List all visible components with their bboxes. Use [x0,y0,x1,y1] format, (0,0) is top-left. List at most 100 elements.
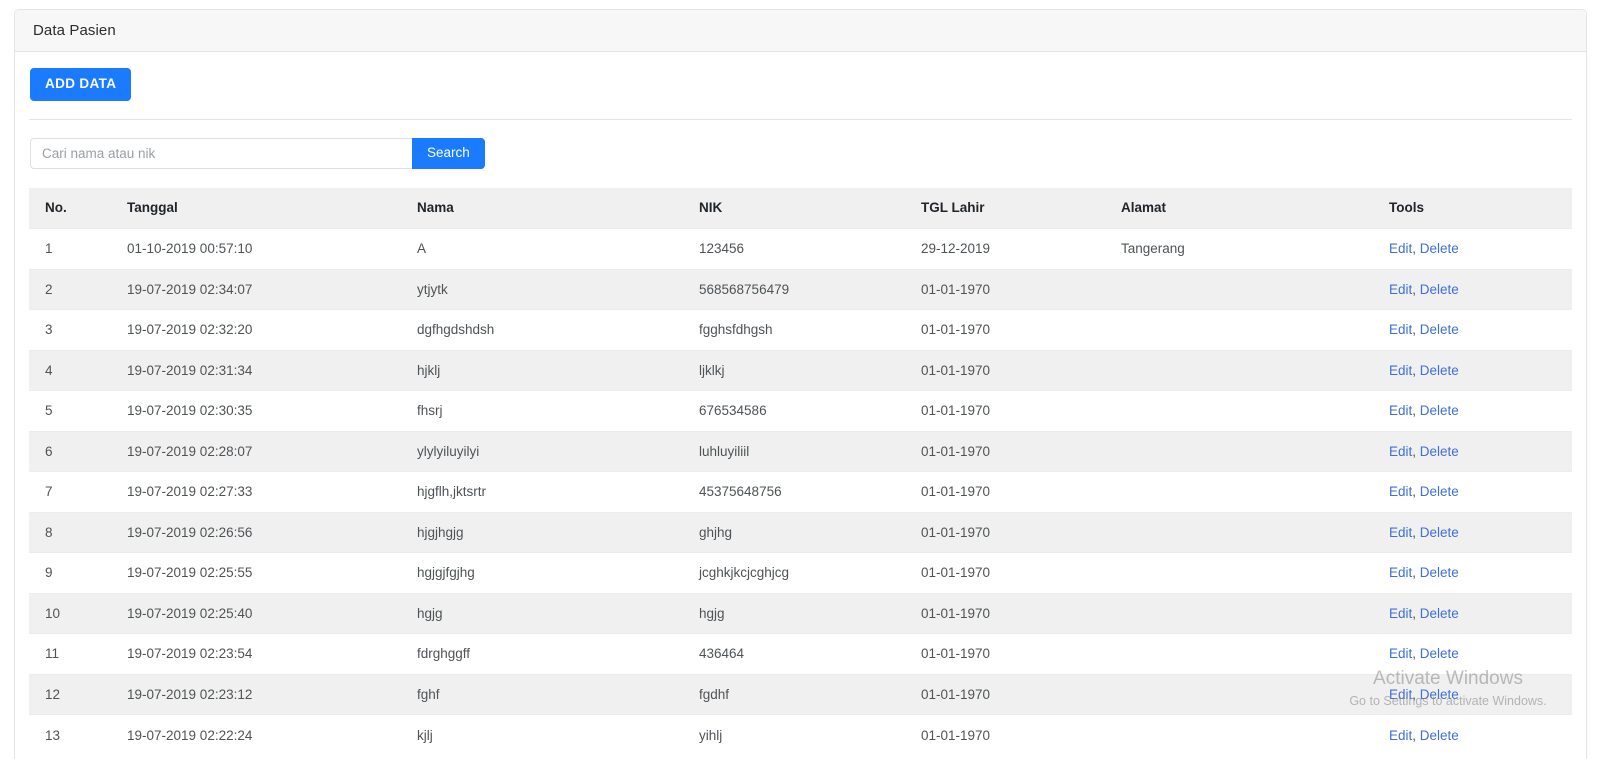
cell-alamat [1105,552,1373,593]
delete-link[interactable]: Delete [1420,565,1459,580]
cell-no: 11 [29,633,111,674]
delete-link[interactable]: Delete [1420,403,1459,418]
delete-link[interactable]: Delete [1420,484,1459,499]
tools-separator: , [1412,524,1417,540]
cell-tools: Edit, Delete [1373,228,1572,269]
cell-nik: 436464 [683,633,905,674]
cell-nik: fgdhf [683,673,905,715]
table-row: 7 19-07-2019 02:27:33 hjgflh,jktsrtr 453756… [29,471,1572,512]
cell-nik: luhluyiliil [683,430,905,472]
cell-nama: ylylyiluyilyi [401,430,683,472]
cell-no: 5 [29,390,111,431]
delete-link[interactable]: Delete [1420,687,1459,702]
cell-no: 12 [29,673,111,715]
cell-nama: hjklj [401,349,683,391]
edit-link[interactable]: Edit [1389,403,1412,418]
cell-tools: Edit, Delete [1373,633,1572,674]
search-row: Search [29,137,1572,169]
column-header-tgl-lahir: TGL Lahir [905,187,1105,229]
cell-tanggal: 19-07-2019 02:27:33 [111,471,401,512]
cell-nama: A [401,228,683,269]
edit-link[interactable]: Edit [1389,687,1412,702]
cell-nama: hjgjhgjg [401,511,683,553]
add-data-button[interactable]: ADD DATA [30,68,132,101]
cell-tgl-lahir: 01-01-1970 [905,268,1105,310]
table-body: 1 01-10-2019 00:57:10 A 123456 29-12-2019 Tan… [29,228,1572,755]
table-container: No. Tanggal Nama NIK TGL Lahir Alamat To… [29,187,1572,755]
tools-separator: , [1412,646,1417,662]
edit-link[interactable]: Edit [1389,282,1412,297]
cell-tgl-lahir: 29-12-2019 [905,228,1105,269]
delete-link[interactable]: Delete [1420,525,1459,540]
delete-link[interactable]: Delete [1420,322,1459,337]
cell-no: 9 [29,552,111,593]
cell-tgl-lahir: 01-01-1970 [905,471,1105,512]
cell-tgl-lahir: 01-01-1970 [905,430,1105,472]
cell-alamat [1105,592,1373,634]
table-head: No. Tanggal Nama NIK TGL Lahir Alamat To… [29,187,1572,229]
cell-nama: kjlj [401,714,683,755]
table-row: 3 19-07-2019 02:32:20 dgfhgdshdsh fgghsfdhg… [29,309,1572,350]
tools-separator: , [1412,727,1417,743]
delete-link[interactable]: Delete [1420,282,1459,297]
delete-link[interactable]: Delete [1420,728,1459,743]
delete-link[interactable]: Delete [1420,363,1459,378]
tools-separator: , [1412,565,1417,581]
search-button[interactable]: Search [412,137,485,169]
cell-tools: Edit, Delete [1373,268,1572,310]
cell-tanggal: 19-07-2019 02:31:34 [111,349,401,391]
cell-no: 2 [29,268,111,310]
search-input[interactable] [30,137,412,169]
edit-link[interactable]: Edit [1389,525,1412,540]
cell-no: 8 [29,511,111,553]
cell-nik: 676534586 [683,390,905,431]
edit-link[interactable]: Edit [1389,484,1412,499]
cell-tools: Edit, Delete [1373,552,1572,593]
delete-link[interactable]: Delete [1420,646,1459,661]
cell-nama: ytjytk [401,268,683,310]
card-header: Data Pasien [15,10,1586,52]
cell-tgl-lahir: 01-01-1970 [905,714,1105,755]
cell-alamat [1105,430,1373,472]
edit-link[interactable]: Edit [1389,728,1412,743]
cell-alamat [1105,349,1373,391]
cell-tools: Edit, Delete [1373,349,1572,391]
cell-tanggal: 19-07-2019 02:23:12 [111,673,401,715]
delete-link[interactable]: Delete [1420,606,1459,621]
page-root: Data Pasien ADD DATA Search [0,0,1600,759]
cell-no: 1 [29,228,111,269]
edit-link[interactable]: Edit [1389,363,1412,378]
cell-nik: ghjhg [683,511,905,553]
cell-tools: Edit, Delete [1373,471,1572,512]
column-header-nik: NIK [683,187,905,229]
toolbar-divider [29,118,1572,120]
table-row: 2 19-07-2019 02:34:07 ytjytk 568568756479 01… [29,268,1572,310]
table-row: 6 19-07-2019 02:28:07 ylylyiluyilyi luhluyi… [29,430,1572,472]
tools-separator: , [1412,322,1417,338]
table-row: 4 19-07-2019 02:31:34 hjklj ljklkj 01-01-197… [29,349,1572,391]
cell-tools: Edit, Delete [1373,309,1572,350]
edit-link[interactable]: Edit [1389,646,1412,661]
cell-tanggal: 19-07-2019 02:30:35 [111,390,401,431]
cell-nik: ljklkj [683,349,905,391]
edit-link[interactable]: Edit [1389,322,1412,337]
edit-link[interactable]: Edit [1389,606,1412,621]
edit-link[interactable]: Edit [1389,565,1412,580]
cell-nama: hgjgjfgjhg [401,552,683,593]
delete-link[interactable]: Delete [1420,444,1459,459]
cell-tanggal: 19-07-2019 02:22:24 [111,714,401,755]
cell-alamat [1105,309,1373,350]
cell-nik: 45375648756 [683,471,905,512]
cell-tools: Edit, Delete [1373,430,1572,472]
cell-no: 10 [29,592,111,634]
cell-nik: fgghsfdhgsh [683,309,905,350]
cell-nik: hgjg [683,592,905,634]
cell-nama: hgjg [401,592,683,634]
cell-nama: dgfhgdshdsh [401,309,683,350]
table-row: 9 19-07-2019 02:25:55 hgjgjfgjhg jcghkjkcjc… [29,552,1572,593]
edit-link[interactable]: Edit [1389,444,1412,459]
delete-link[interactable]: Delete [1420,241,1459,256]
edit-link[interactable]: Edit [1389,241,1412,256]
data-pasien-card: Data Pasien ADD DATA Search [14,9,1587,759]
table-row: 5 19-07-2019 02:30:35 fhsrj 676534586 01-01-… [29,390,1572,431]
